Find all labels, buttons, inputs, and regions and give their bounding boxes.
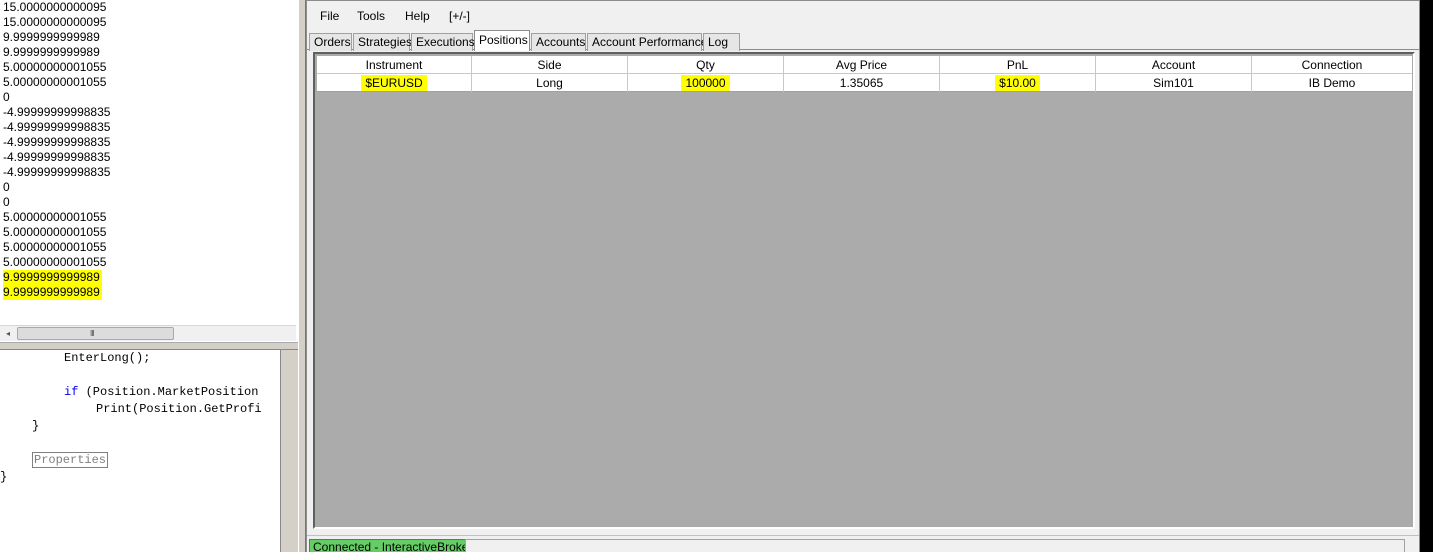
output-line-text: -4.99999999998835 <box>3 135 111 149</box>
column-header-connection[interactable]: Connection <box>1252 56 1412 74</box>
code-keyword-if: if <box>64 385 79 399</box>
tab-accounts[interactable]: Accounts <box>531 33 586 51</box>
cell-qty-value: 100000 <box>681 75 730 91</box>
column-header-qty[interactable]: Qty <box>628 56 784 74</box>
output-line: -4.99999999998835 <box>3 120 110 135</box>
cell-instrument-value: $EURUSD <box>361 75 427 91</box>
vertical-splitter[interactable] <box>298 0 306 552</box>
cell-qty[interactable]: 100000 <box>628 74 784 92</box>
output-line-text: 5.00000000001055 <box>3 75 107 89</box>
horizontal-splitter[interactable] <box>0 342 298 350</box>
output-line-text: 5.00000000001055 <box>3 210 107 224</box>
output-line: 5.00000000001055 <box>3 210 110 225</box>
control-center-window: File Tools Help [+/-] Orders Strategies … <box>306 0 1420 552</box>
column-header-instrument[interactable]: Instrument <box>317 56 472 74</box>
column-header-account[interactable]: Account <box>1096 56 1252 74</box>
output-lines: 15.0000000000095 15.0000000000095 9.999999… <box>3 0 110 300</box>
tab-strategies[interactable]: Strategies <box>353 33 412 51</box>
grid-header-row: Instrument Side Qty Avg Price PnL Accoun… <box>317 56 1412 74</box>
output-line: 5.00000000001055 <box>3 240 110 255</box>
output-line-text: 9.9999999999989 <box>3 45 100 59</box>
output-line: -4.99999999998835 <box>3 165 110 180</box>
code-editor-scrollbar[interactable] <box>280 350 298 552</box>
output-line-text: 5.00000000001055 <box>3 255 107 269</box>
menu-help[interactable]: Help <box>405 8 430 24</box>
status-bar: Connected - InteractiveBrokers <box>307 535 1419 552</box>
output-line: 0 <box>3 90 110 105</box>
tab-executions[interactable]: Executions <box>411 33 475 51</box>
code-editor[interactable]: EnterLong(); if (Position.MarketPosition… <box>0 350 280 552</box>
output-line: 9.9999999999989 <box>3 30 110 45</box>
column-header-side[interactable]: Side <box>472 56 628 74</box>
scrollbar-thumb[interactable]: III <box>17 327 174 340</box>
output-line-text: 0 <box>3 195 10 209</box>
code-line-close-brace: } <box>32 419 40 433</box>
scrollbar-grip-icon: III <box>90 329 95 338</box>
tab-log[interactable]: Log <box>703 33 740 51</box>
code-line-if: if (Position.MarketPosition <box>64 384 258 400</box>
connection-status-badge: Connected - InteractiveBrokers <box>309 539 483 552</box>
output-line: 5.00000000001055 <box>3 225 110 240</box>
column-header-avg-price[interactable]: Avg Price <box>784 56 940 74</box>
output-line-text: 5.00000000001055 <box>3 60 107 74</box>
output-line-text: 15.0000000000095 <box>3 15 107 29</box>
tab-strip: Orders Strategies Executions Positions A… <box>307 30 1419 51</box>
output-line: 9.9999999999989 <box>3 45 110 60</box>
output-line-text: -4.99999999998835 <box>3 105 111 119</box>
output-line: 9.9999999999989 <box>3 285 110 300</box>
cell-instrument[interactable]: $EURUSD <box>317 74 472 92</box>
scroll-left-arrow-icon[interactable]: ◂ <box>0 326 16 341</box>
output-line-text: 0 <box>3 90 10 104</box>
code-line-print: Print(Position.GetProfi <box>96 402 262 416</box>
output-line: 5.00000000001055 <box>3 60 110 75</box>
output-line: 0 <box>3 195 110 210</box>
output-line-highlighted: 9.9999999999989 <box>3 285 102 300</box>
output-line: 9.9999999999989 <box>3 270 110 285</box>
collapsed-region-properties[interactable]: Properties <box>32 452 109 468</box>
output-line-text: 0 <box>3 180 10 194</box>
cell-account[interactable]: Sim101 <box>1096 74 1252 92</box>
cell-connection[interactable]: IB Demo <box>1252 74 1412 92</box>
output-horizontal-scrollbar[interactable]: ◂ III <box>0 325 296 341</box>
code-if-condition: (Position.MarketPosition <box>78 385 259 399</box>
menu-toggle-expand[interactable]: [+/-] <box>449 8 470 24</box>
tab-positions[interactable]: Positions <box>474 30 530 51</box>
output-window: 15.0000000000095 15.0000000000095 9.999999… <box>0 0 296 325</box>
output-line-text: -4.99999999998835 <box>3 120 111 134</box>
output-line: 5.00000000001055 <box>3 255 110 270</box>
cell-pnl[interactable]: $10.00 <box>940 74 1096 92</box>
output-line-text: -4.99999999998835 <box>3 150 111 164</box>
code-line-final-brace: } <box>0 470 8 484</box>
output-line-text: 9.9999999999989 <box>3 30 100 44</box>
output-line: -4.99999999998835 <box>3 105 110 120</box>
menu-bar: File Tools Help [+/-] <box>307 3 1419 27</box>
output-line: 5.00000000001055 <box>3 75 110 90</box>
output-line-text: 15.0000000000095 <box>3 0 107 14</box>
output-line: 15.0000000000095 <box>3 0 110 15</box>
output-line: -4.99999999998835 <box>3 150 110 165</box>
window-edge <box>1420 0 1433 552</box>
output-line: 0 <box>3 180 110 195</box>
output-line: 15.0000000000095 <box>3 15 110 30</box>
output-line-text: -4.99999999998835 <box>3 165 111 179</box>
status-message-area <box>465 539 1405 552</box>
cell-avg-price[interactable]: 1.35065 <box>784 74 940 92</box>
code-line-properties[interactable]: Properties <box>32 452 109 468</box>
tab-orders[interactable]: Orders <box>309 33 352 51</box>
cell-side[interactable]: Long <box>472 74 628 92</box>
menu-tools[interactable]: Tools <box>357 8 385 24</box>
code-line-enterlong: EnterLong(); <box>64 351 151 365</box>
output-line: -4.99999999998835 <box>3 135 110 150</box>
output-line-text: 5.00000000001055 <box>3 225 107 239</box>
positions-grid[interactable]: Instrument Side Qty Avg Price PnL Accoun… <box>313 52 1415 529</box>
menu-file[interactable]: File <box>320 8 339 24</box>
table-row[interactable]: $EURUSD Long 100000 1.35065 $10.00 Sim10… <box>317 74 1412 92</box>
cell-pnl-value: $10.00 <box>995 75 1040 91</box>
tab-account-performance[interactable]: Account Performance <box>587 33 707 51</box>
output-line-text: 5.00000000001055 <box>3 240 107 254</box>
output-line-highlighted: 9.9999999999989 <box>3 270 102 285</box>
column-header-pnl[interactable]: PnL <box>940 56 1096 74</box>
